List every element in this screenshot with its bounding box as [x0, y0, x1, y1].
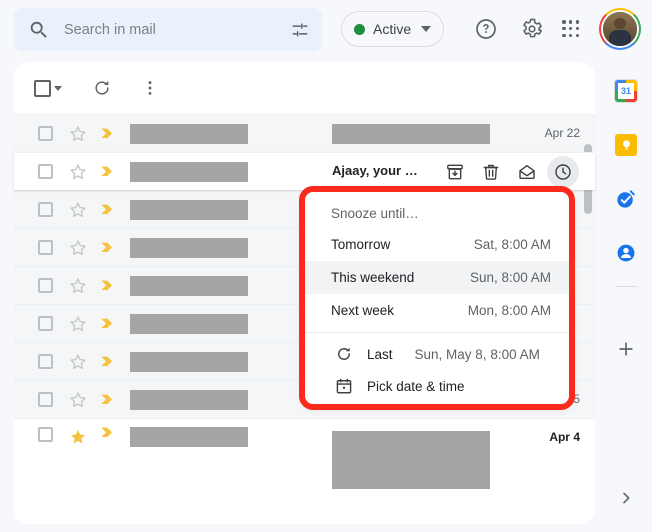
chevron-right-icon — [618, 490, 634, 506]
sender-redacted — [130, 238, 248, 258]
refresh-button[interactable] — [84, 70, 120, 106]
star-icon[interactable] — [68, 276, 88, 296]
row-checkbox[interactable] — [38, 316, 53, 331]
google-contacts-icon[interactable] — [612, 239, 640, 267]
star-icon[interactable] — [68, 124, 88, 144]
checkbox-icon — [34, 80, 51, 97]
row-checkbox[interactable] — [38, 164, 53, 179]
calendar-day-number: 31 — [618, 83, 634, 99]
important-marker-icon[interactable] — [100, 166, 116, 177]
more-vertical-icon — [140, 78, 160, 98]
sender-redacted — [130, 124, 248, 144]
status-label: Active — [373, 21, 411, 37]
star-icon[interactable] — [68, 352, 88, 372]
row-checkbox[interactable] — [38, 354, 53, 369]
google-tasks-icon[interactable] — [612, 185, 640, 213]
lightbulb-icon — [620, 139, 633, 152]
important-marker-icon[interactable] — [100, 318, 116, 329]
more-options-button[interactable] — [132, 70, 168, 106]
help-button[interactable] — [468, 11, 504, 47]
expand-panel-button[interactable] — [613, 485, 639, 511]
apps-grid-icon — [562, 20, 580, 38]
chevron-down-icon — [421, 26, 431, 32]
status-pill[interactable]: Active — [341, 11, 444, 47]
add-icon — [616, 339, 636, 359]
star-icon[interactable] — [68, 200, 88, 220]
row-date: Apr 4 — [549, 430, 580, 444]
row-checkbox[interactable] — [38, 392, 53, 407]
important-marker-icon[interactable] — [100, 242, 116, 253]
help-icon — [474, 17, 498, 41]
chevron-down-icon — [54, 86, 62, 91]
settings-button[interactable] — [514, 11, 550, 47]
subject-redacted — [332, 124, 490, 144]
table-row[interactable]: Apr 22 — [14, 114, 595, 152]
search-options-icon[interactable] — [282, 12, 318, 48]
list-toolbar — [14, 62, 595, 114]
star-icon-filled[interactable] — [68, 427, 88, 447]
star-icon[interactable] — [68, 238, 88, 258]
search-icon — [28, 19, 50, 41]
sender-redacted — [130, 352, 248, 372]
apps-button[interactable] — [553, 11, 589, 47]
important-marker-icon[interactable] — [100, 427, 116, 438]
row-date: Apr 22 — [545, 126, 580, 140]
row-checkbox[interactable] — [38, 202, 53, 217]
subject-redacted — [332, 431, 490, 489]
search-bar[interactable] — [14, 8, 322, 51]
star-icon[interactable] — [68, 162, 88, 182]
sender-redacted — [130, 427, 248, 447]
google-calendar-icon[interactable]: 31 — [612, 77, 640, 105]
sender-redacted — [130, 200, 248, 220]
side-panel-rail: 31 — [600, 58, 652, 532]
avatar-image — [601, 10, 639, 48]
sender-redacted — [130, 276, 248, 296]
google-keep-icon[interactable] — [612, 131, 640, 159]
row-checkbox[interactable] — [38, 126, 53, 141]
row-checkbox[interactable] — [38, 427, 53, 442]
important-marker-icon[interactable] — [100, 394, 116, 405]
sender-redacted — [130, 314, 248, 334]
row-hover-actions — [439, 156, 579, 188]
refresh-icon — [92, 78, 112, 98]
mark-unread-button[interactable] — [511, 156, 543, 188]
sender-redacted — [130, 390, 248, 410]
archive-button[interactable] — [439, 156, 471, 188]
snooze-menu-highlight-outline — [299, 186, 575, 410]
row-sender-label: Ajaay, your … — [332, 163, 418, 178]
status-dot — [354, 24, 365, 35]
search-input[interactable] — [64, 22, 282, 38]
gmail-window: Active — [0, 0, 652, 532]
table-row[interactable]: Apr 4 — [14, 418, 595, 500]
star-icon[interactable] — [68, 314, 88, 334]
gear-icon — [520, 17, 544, 41]
select-all-control[interactable] — [30, 70, 66, 106]
star-icon[interactable] — [68, 390, 88, 410]
row-checkbox[interactable] — [38, 240, 53, 255]
important-marker-icon[interactable] — [100, 280, 116, 291]
snooze-clock-button[interactable] — [547, 156, 579, 188]
table-row[interactable]: Ajaay, your … — [14, 152, 595, 190]
row-checkbox[interactable] — [38, 278, 53, 293]
important-marker-icon[interactable] — [100, 128, 116, 139]
avatar[interactable] — [599, 8, 641, 50]
important-marker-icon[interactable] — [100, 204, 116, 215]
delete-button[interactable] — [475, 156, 507, 188]
rail-divider — [615, 286, 637, 287]
add-addon-button[interactable] — [612, 335, 640, 363]
app-header: Active — [0, 0, 652, 58]
sender-redacted — [130, 162, 248, 182]
important-marker-icon[interactable] — [100, 356, 116, 367]
